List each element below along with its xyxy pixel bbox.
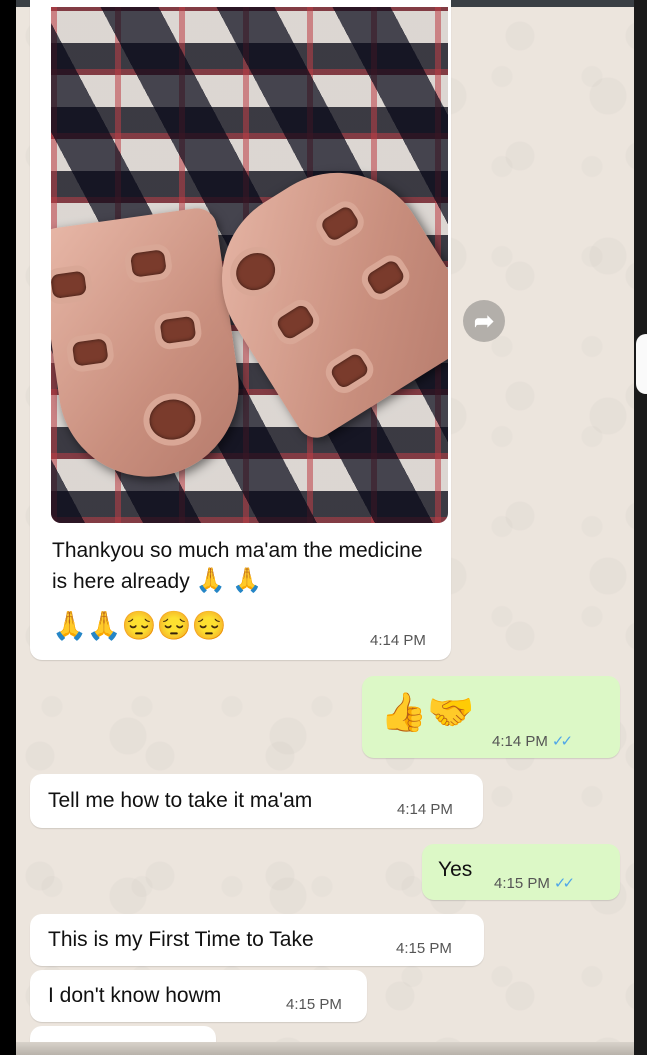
read-ticks-icon: ✓✓ (551, 733, 573, 750)
pill (140, 389, 205, 450)
pill (220, 237, 291, 306)
pill (123, 242, 174, 285)
message-text: This is my First Time to Take (48, 928, 314, 951)
message-time: 4:14 PM ✓✓ (492, 732, 573, 750)
time-text: 4:14 PM (492, 733, 548, 750)
message-bubble-incoming[interactable]: I don't know howm 4:15 PM (30, 970, 367, 1022)
message-time: 4:15 PM (286, 996, 342, 1013)
time-text: 4:15 PM (494, 875, 550, 892)
pill (310, 196, 370, 251)
pill (152, 308, 204, 351)
pill (320, 343, 379, 399)
message-bubble-incoming[interactable]: Thankyou so much ma'am the medicine is h… (30, 0, 451, 660)
message-bubble-incoming[interactable]: Tell me how to take it ma'am 4:14 PM (30, 774, 483, 828)
message-time: 4:14 PM (370, 632, 426, 649)
pill (266, 294, 325, 350)
screen-edge (634, 0, 647, 1055)
message-text: Yes (438, 858, 473, 881)
message-time: 4:15 PM (396, 940, 452, 957)
praying-hands-emoji: 🙏 🙏 (195, 567, 263, 594)
scroll-handle[interactable] (636, 334, 647, 394)
pill (356, 250, 415, 306)
pill (64, 331, 116, 374)
blister-pack-photo[interactable] (51, 7, 448, 523)
message-bubble-incoming[interactable]: This is my First Time to Take 4:15 PM (30, 914, 484, 966)
message-text: I don't know howm (48, 984, 222, 1007)
chat-screen[interactable]: Thankyou so much ma'am the medicine is h… (16, 0, 634, 1055)
message-text: Tell me how to take it ma'am (48, 789, 313, 812)
pill (51, 263, 94, 306)
message-time: 4:15 PM ✓✓ (494, 874, 575, 892)
message-bubble-outgoing[interactable]: Yes 4:15 PM ✓✓ (422, 844, 620, 900)
message-time: 4:14 PM (397, 801, 453, 818)
emoji-line: 🙏🙏😔😔😔 (52, 610, 227, 641)
forward-arrow-icon[interactable]: ➦ (463, 300, 505, 342)
message-text: Thankyou so much ma'am the medicine is h… (52, 535, 442, 597)
message-bubble-outgoing[interactable]: 👍🤝 4:14 PM ✓✓ (362, 676, 620, 758)
read-ticks-icon: ✓✓ (553, 875, 575, 892)
thumbs-handshake-emoji: 👍🤝 (380, 692, 475, 734)
bottom-fade (16, 1042, 634, 1055)
